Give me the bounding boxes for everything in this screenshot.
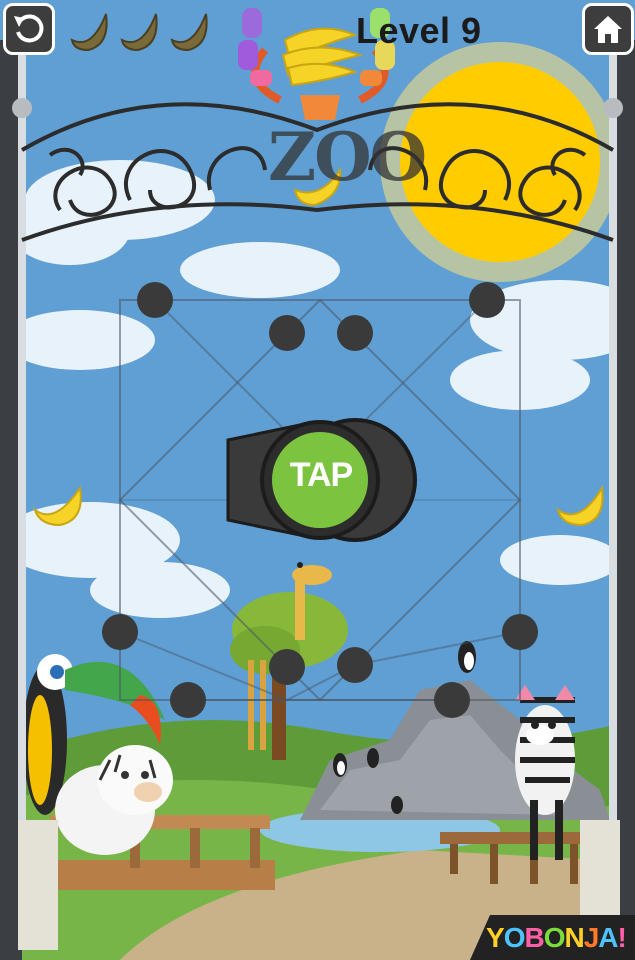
brand-text: YOBONJA!: [486, 922, 627, 953]
peg: [170, 682, 206, 718]
peg: [434, 682, 470, 718]
restart-button[interactable]: [3, 3, 55, 55]
game-screen: Level 9 ZOO TAP YOBONJA!: [0, 0, 635, 960]
tap-label[interactable]: TAP: [272, 456, 370, 495]
peg: [137, 282, 173, 318]
brand-logo: YOBONJA!: [486, 922, 627, 954]
home-button[interactable]: [582, 3, 634, 55]
level-title: Level 9: [356, 10, 482, 51]
zoo-sign-text: ZOO: [268, 118, 427, 196]
peg: [337, 647, 373, 683]
peg: [502, 614, 538, 650]
gate-post-left: [18, 820, 58, 950]
home-icon: [594, 16, 622, 43]
peg: [469, 282, 505, 318]
undo-arrow-icon: [14, 14, 44, 43]
peg: [269, 649, 305, 685]
peg: [102, 614, 138, 650]
peg: [337, 315, 373, 351]
peg: [269, 315, 305, 351]
